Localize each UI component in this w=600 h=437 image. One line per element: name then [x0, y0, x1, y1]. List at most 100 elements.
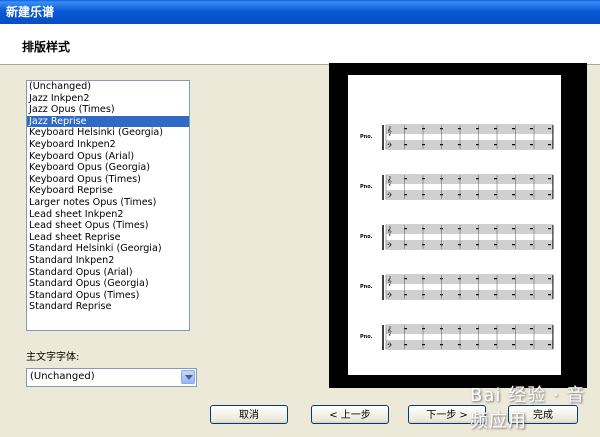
house-style-list[interactable]: (Unchanged) Jazz Inkpen2 Jazz Opus (Times)…: [26, 80, 190, 331]
bass-clef: 𝄢: [387, 292, 392, 301]
rest-mark: [548, 294, 551, 296]
rest-mark: [512, 328, 515, 330]
rest-mark: [512, 128, 515, 130]
list-item[interactable]: Larger notes Opus (Times): [27, 197, 189, 209]
rest-mark: [494, 194, 497, 196]
list-item[interactable]: Standard Opus (Arial): [27, 267, 189, 279]
chevron-down-icon[interactable]: [181, 370, 195, 384]
rest-mark: [494, 294, 497, 296]
rest-mark: [422, 244, 425, 246]
bass-clef: 𝄢: [387, 342, 392, 351]
rest-mark: [530, 228, 533, 230]
rest-mark: [512, 344, 515, 346]
rest-mark: [530, 244, 533, 246]
treble-clef: 𝄞: [387, 326, 392, 335]
list-item[interactable]: Standard Inkpen2: [27, 255, 189, 267]
list-item[interactable]: Standard Reprise: [27, 301, 189, 313]
rest-mark: [458, 344, 461, 346]
rest-mark: [458, 228, 461, 230]
rest-mark: [512, 228, 515, 230]
treble-clef: 𝄞: [387, 226, 392, 235]
cancel-button[interactable]: 取消: [210, 405, 288, 424]
bass-clef: 𝄢: [387, 192, 392, 201]
rest-mark: [548, 194, 551, 196]
staff-label: Pno.: [360, 234, 373, 240]
rest-mark: [530, 144, 533, 146]
title-bar: 新建乐谱: [0, 0, 600, 24]
list-item[interactable]: Jazz Reprise: [27, 115, 189, 128]
rest-mark: [458, 128, 461, 130]
rest-mark: [512, 194, 515, 196]
score-preview: 𝄞 𝄢 Pno. 𝄞 𝄢 Pno. 𝄞 𝄢 Pno. 𝄞 𝄢 Pno. 𝄞 𝄢 Pno.: [360, 124, 554, 351]
rest-mark: [512, 244, 515, 246]
rest-mark: [548, 128, 551, 130]
list-item[interactable]: Keyboard Helsinki (Georgia): [27, 127, 189, 139]
list-item[interactable]: Keyboard Reprise: [27, 185, 189, 197]
wizard-header: 排版样式: [0, 24, 600, 64]
list-item[interactable]: Jazz Inkpen2: [27, 93, 189, 105]
font-select-value: (Unchanged): [30, 371, 95, 382]
rest-mark: [494, 278, 497, 280]
rest-mark: [512, 178, 515, 180]
page-title: 排版样式: [22, 40, 71, 54]
rest-mark: [548, 144, 551, 146]
font-select[interactable]: (Unchanged): [26, 368, 197, 387]
list-item[interactable]: Jazz Opus (Times): [27, 104, 189, 116]
rest-mark: [512, 278, 515, 280]
rest-mark: [458, 194, 461, 196]
rest-mark: [548, 244, 551, 246]
rest-mark: [494, 178, 497, 180]
staff-label: Pno.: [360, 134, 373, 140]
staff-label: Pno.: [360, 284, 373, 290]
list-item[interactable]: Lead sheet Opus (Times): [27, 220, 189, 232]
font-label: 主文字字体:: [26, 352, 80, 363]
back-button[interactable]: < 上一步: [311, 405, 389, 424]
rest-mark: [494, 328, 497, 330]
preview-panel: 𝄞 𝄢 Pno. 𝄞 𝄢 Pno. 𝄞 𝄢 Pno. 𝄞 𝄢 Pno. 𝄞 𝄢 Pno.: [329, 63, 587, 388]
rest-mark: [458, 178, 461, 180]
rest-mark: [530, 344, 533, 346]
rest-mark: [530, 328, 533, 330]
rest-mark: [530, 278, 533, 280]
rest-mark: [548, 228, 551, 230]
rest-mark: [422, 144, 425, 146]
list-item[interactable]: Lead sheet Reprise: [27, 232, 189, 244]
list-item[interactable]: Keyboard Inkpen2: [27, 139, 189, 151]
rest-mark: [422, 178, 425, 180]
list-item[interactable]: Lead sheet Inkpen2: [27, 209, 189, 221]
rest-mark: [494, 144, 497, 146]
rest-mark: [512, 144, 515, 146]
rest-mark: [458, 144, 461, 146]
list-item[interactable]: Keyboard Opus (Georgia): [27, 162, 189, 174]
treble-clef: 𝄞: [387, 176, 392, 185]
list-item[interactable]: (Unchanged): [27, 81, 189, 93]
bass-clef: 𝄢: [387, 242, 392, 251]
rest-mark: [458, 328, 461, 330]
list-item[interactable]: Standard Opus (Times): [27, 290, 189, 302]
rest-mark: [494, 344, 497, 346]
watermark: Bai 经验 · 音频应用: [470, 385, 586, 432]
rest-mark: [512, 294, 515, 296]
rest-mark: [422, 194, 425, 196]
rest-mark: [422, 344, 425, 346]
rest-mark: [548, 178, 551, 180]
treble-clef: 𝄞: [387, 126, 392, 135]
list-item[interactable]: Keyboard Opus (Arial): [27, 151, 189, 163]
rest-mark: [530, 128, 533, 130]
rest-mark: [422, 294, 425, 296]
rest-mark: [494, 244, 497, 246]
list-item[interactable]: Keyboard Opus (Times): [27, 174, 189, 186]
rest-mark: [530, 194, 533, 196]
bass-clef: 𝄢: [387, 142, 392, 151]
rest-mark: [422, 128, 425, 130]
rest-mark: [548, 328, 551, 330]
rest-mark: [458, 244, 461, 246]
rest-mark: [530, 294, 533, 296]
treble-clef: 𝄞: [387, 276, 392, 285]
rest-mark: [530, 178, 533, 180]
list-item[interactable]: Standard Opus (Georgia): [27, 278, 189, 290]
list-item[interactable]: Standard Helsinki (Georgia): [27, 243, 189, 255]
score-preview-page: 𝄞 𝄢 Pno. 𝄞 𝄢 Pno. 𝄞 𝄢 Pno. 𝄞 𝄢 Pno. 𝄞 𝄢 Pno.: [348, 75, 561, 375]
rest-mark: [422, 328, 425, 330]
rest-mark: [548, 344, 551, 346]
